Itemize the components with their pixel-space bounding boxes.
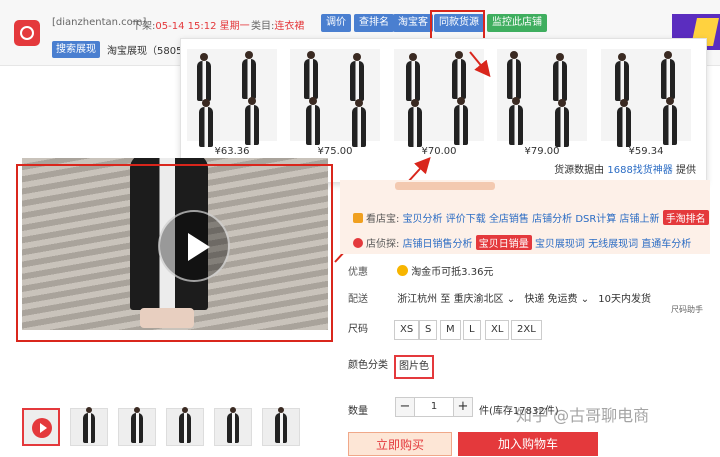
tool-link[interactable]: DSR计算 [575, 214, 616, 225]
tool-tag[interactable]: 手淘排名 [662, 210, 709, 225]
spy-link[interactable]: 无线展现词 [588, 239, 638, 250]
thumbnail[interactable] [262, 407, 300, 446]
thumbnail[interactable] [118, 407, 156, 446]
play-icon [32, 418, 52, 438]
chevron-down-icon: ⌄ [506, 294, 516, 305]
tool-link[interactable]: 店铺分析 [532, 214, 572, 225]
add-to-cart-button[interactable]: 加入购物车 [458, 432, 598, 456]
tool-link[interactable]: 宝贝分析 [403, 214, 443, 225]
tool-link[interactable]: 评价下载 [446, 214, 486, 225]
destination-select[interactable]: 重庆渝北区 [454, 294, 504, 305]
size-option[interactable]: L [463, 320, 481, 340]
buy-now-button[interactable]: 立即购买 [348, 432, 452, 456]
spy-link[interactable]: 宝贝展现词 [535, 239, 585, 250]
tool-link[interactable]: 店铺上新 [620, 214, 660, 225]
thumbnail[interactable] [166, 407, 204, 446]
size-option[interactable]: S [419, 320, 438, 340]
thumbnail-video[interactable] [22, 408, 60, 446]
price-fragment [395, 182, 495, 190]
thumbnail[interactable] [214, 407, 252, 446]
chevron-down-icon: ⌄ [580, 294, 590, 305]
color-label: 颜色分类 [348, 360, 388, 371]
coin-icon [397, 265, 409, 276]
delivery-row: 配送 浙江杭州 至 重庆渝北区 ⌄ 快递 免运费 ⌄ 10天内发货 [348, 294, 652, 305]
dianzhentan-tools: 店侦探: 店铺日销售分析 宝贝日销量 宝贝展现词 无线展现词 直通车分析 [353, 235, 691, 250]
spy-link[interactable]: 店铺日销售分析 [403, 239, 473, 250]
spy-tag[interactable]: 宝贝日销量 [475, 235, 532, 250]
kandianbao-tools: 看店宝: 宝贝分析 评价下载 全店销售 店铺分析 DSR计算 店铺上新 手淘排名 [353, 210, 709, 225]
size-option[interactable]: XL [485, 320, 510, 340]
offer-row: 优惠 淘金币可抵3.36元 [348, 265, 494, 278]
color-option[interactable]: 图片色 [394, 355, 434, 379]
quantity-increase-button[interactable]: + [453, 397, 473, 417]
size-option[interactable]: 2XL [511, 320, 542, 340]
thumbnail[interactable] [70, 407, 108, 446]
tool-link[interactable]: 全店销售 [489, 214, 529, 225]
quantity-input[interactable]: 1 [415, 397, 453, 417]
size-helper-link[interactable]: 尺码助手 [671, 304, 703, 315]
watermark-text: 知乎 @古哥聊电商 [516, 406, 650, 425]
size-option[interactable]: XS [394, 320, 420, 340]
quantity-label: 数量 [348, 406, 368, 417]
spy-link[interactable]: 直通车分析 [641, 239, 691, 250]
dianzhentan-icon [353, 238, 363, 248]
quantity-decrease-button[interactable]: − [395, 397, 415, 417]
kandianbao-icon [353, 213, 363, 223]
offer-value: 淘金币可抵3.36元 [411, 267, 494, 278]
highlight-box-video [16, 164, 333, 342]
size-option[interactable]: M [440, 320, 461, 340]
size-label: 尺码 [348, 324, 368, 335]
